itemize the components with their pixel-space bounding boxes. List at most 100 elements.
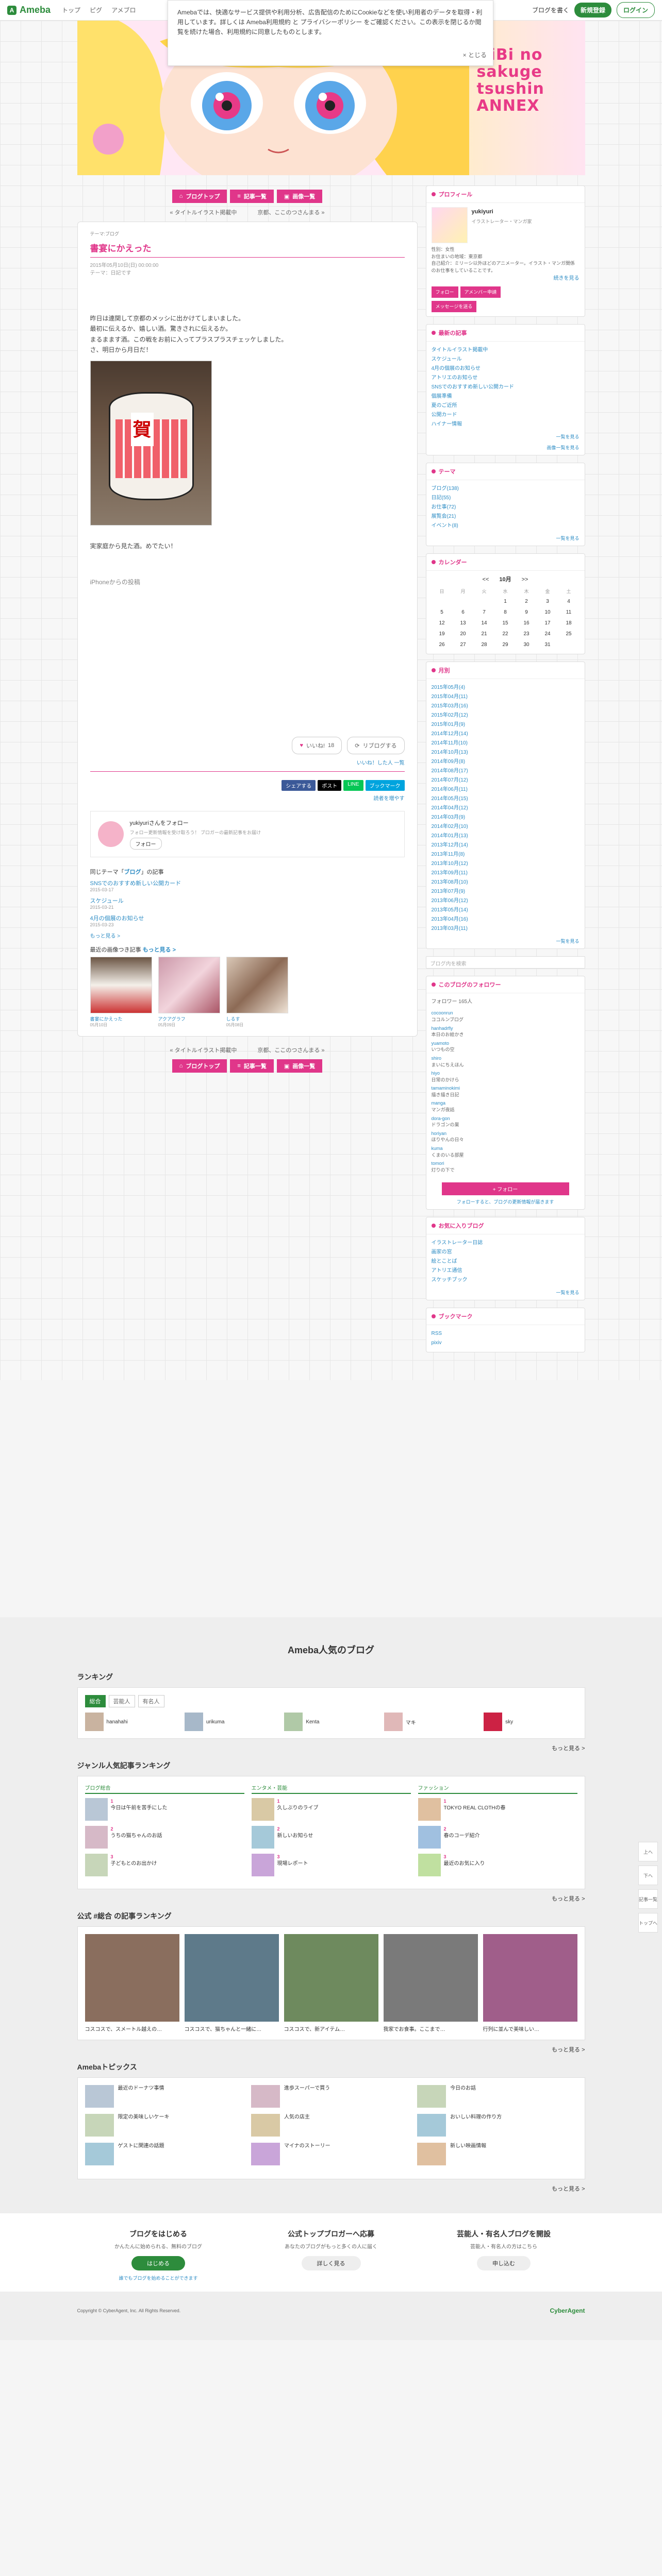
follower-item[interactable]: horiyan ほりやんの日々 [432,1130,580,1143]
archive-link[interactable]: 2014年04月(12) [432,804,580,813]
rank-tab[interactable]: 有名人 [138,1695,164,1708]
nav-image-list[interactable]: ▣ 画像一覧 [276,1059,323,1073]
latest-link[interactable]: 公開カード [432,411,580,420]
follower-item[interactable]: manga マンガ夜話 [432,1100,580,1113]
nav-blog-top[interactable]: ⌂ ブログトップ [172,190,227,203]
archive-link[interactable]: 2014年10月(13) [432,748,580,757]
fav-link[interactable]: アトリエ通信 [432,1266,580,1276]
archive-link[interactable]: 2015年01月(9) [432,720,580,730]
archive-link[interactable]: 2013年09月(11) [432,869,580,878]
genre-head[interactable]: ブログ総合 [85,1784,244,1794]
likers-link[interactable]: いいね！した人 一覧 [90,758,405,766]
calendar-day[interactable]: 13 [453,619,474,628]
kousiki-item[interactable]: コスコスで、猫ちゃんと一緒に… [184,1934,279,2032]
calendar-day[interactable]: 6 [453,608,474,617]
recent-item[interactable]: アクアグラフ 05月09日 [158,957,220,1028]
follower-item[interactable]: shiro まいにちえほん [432,1055,580,1068]
profile-name[interactable]: yukiyuri [472,207,532,217]
calendar-day[interactable]: 8 [495,608,516,617]
archive-link[interactable]: 2014年12月(14) [432,730,580,739]
profile-message-button[interactable]: メッセージを送る [431,301,477,313]
top-link-ameblo[interactable]: アメブロ [111,6,136,14]
theme-link[interactable]: ブログ(138) [432,484,580,494]
image-list-more[interactable]: 画像一覧を見る [426,444,585,455]
archive-link[interactable]: 2013年05月(14) [432,906,580,915]
login-button[interactable]: ログイン [616,2,655,18]
sake-barrel-photo[interactable]: 賀 [90,360,212,526]
genre-item[interactable]: 3 最近のお気に入り [418,1854,577,1877]
theme-link[interactable]: イベント(8) [432,521,580,531]
latest-link[interactable]: 4月の個展のお知らせ [432,364,580,374]
genre-head[interactable]: ファッション [418,1784,577,1794]
nav-entry-list[interactable]: ≡ 記事一覧 [230,1059,274,1073]
calendar-day[interactable]: 2 [516,597,537,606]
profile-image[interactable] [431,207,468,243]
calendar-day[interactable]: 24 [537,630,558,639]
calendar-day[interactable]: 7 [474,608,495,617]
calendar-day[interactable]: 14 [474,619,495,628]
archive-link[interactable]: 2014年11月(10) [432,739,580,748]
rank-tab[interactable]: 芸能人 [108,1695,135,1708]
entry-title[interactable]: 書宴にかえった [90,241,405,258]
genre-item[interactable]: 2 うちの猫ちゃんのお話 [85,1826,244,1849]
author-avatar[interactable] [97,821,124,848]
archive-link[interactable]: 2013年12月(14) [432,841,580,850]
blog-search-input[interactable]: ブログ内を検索 [425,956,585,969]
topic-item[interactable]: おいしい料理の作り方 [417,2114,577,2137]
latest-link[interactable]: 個展準備 [432,392,580,401]
follower-item[interactable]: cocoonrun ココルンブログ [432,1010,580,1023]
latest-link[interactable]: SNSでのおすすめ新しい公開カード [432,383,580,392]
share-x-button[interactable]: ポスト [318,780,342,791]
rank-item[interactable]: Kenta [284,1713,377,1732]
archive-link[interactable]: 2015年05月(4) [432,683,580,692]
calendar-day[interactable]: 30 [516,640,537,650]
archive-link[interactable]: 2013年07月(9) [432,887,580,896]
same-theme-link[interactable]: 4月の個展のお知らせ [90,914,405,922]
theme-link[interactable]: お仕事(72) [432,503,580,512]
theme-tag[interactable]: テーマ:ブログ [90,230,405,237]
calendar-day[interactable]: 25 [558,630,580,639]
fav-link[interactable]: 絵とことば [432,1257,580,1266]
archive-link[interactable]: 2013年04月(16) [432,915,580,924]
follower-item[interactable]: tomori 灯りの下で [432,1160,580,1173]
archive-link[interactable]: 2014年07月(12) [432,776,580,785]
archive-more[interactable]: 一覧を見る [426,938,585,948]
calendar-day[interactable]: 10 [537,608,558,617]
recent-item[interactable]: 書宴にかえった 05月10日 [90,957,152,1028]
latest-link[interactable]: ハイナー情報 [432,420,580,429]
nav-blog-top[interactable]: ⌂ ブログトップ [172,1059,227,1073]
nav-image-list[interactable]: ▣ 画像一覧 [276,190,323,203]
calendar-day[interactable]: 11 [558,608,580,617]
reblog-button[interactable]: ⟳ リブログする [347,737,405,755]
cookie-close-button[interactable]: × とじる [463,50,487,60]
calendar-day[interactable]: 23 [516,630,537,639]
prev-entry-link[interactable]: « タイトルイラスト掲載中 [170,1046,237,1054]
cta-button[interactable]: 申し込む [477,2256,531,2271]
kousiki-item[interactable]: 我家でお食事。ここまで… [383,1934,478,2032]
genre-item[interactable]: 3 現場レポート [251,1854,411,1877]
genre-head[interactable]: エンタメ・芸能 [251,1784,411,1794]
calendar-day[interactable]: 16 [516,619,537,628]
share-facebook-button[interactable]: シェアする [282,780,316,791]
latest-link[interactable]: スケジュール [432,355,580,364]
topic-item[interactable]: 最近のドーナツ事情 [85,2085,245,2108]
calendar-day[interactable]: 31 [537,640,558,650]
theme-link[interactable]: 日記(55) [432,494,580,503]
topics-more[interactable]: もっと見る > [77,2184,585,2193]
archive-link[interactable]: 2013年06月(12) [432,896,580,906]
latest-link[interactable]: タイトルイラスト掲載中 [432,346,580,355]
fav-link[interactable]: イラストレーター日誌 [432,1239,580,1248]
follow-button[interactable]: フォロー [129,838,162,850]
genre-item[interactable]: 2 春のコーデ紹介 [418,1826,577,1849]
genre-item[interactable]: 1 TOKYO REAL CLOTHの春 [418,1798,577,1821]
calendar-day[interactable]: 20 [453,630,474,639]
archive-link[interactable]: 2014年09月(8) [432,757,580,767]
kousiki-item[interactable]: コスコスで、新アイテム… [284,1934,378,2032]
share-hatena-button[interactable]: ブックマーク [365,780,405,791]
rank-item[interactable]: マキ [384,1713,477,1732]
recent-more[interactable]: もっと見る > [143,947,176,953]
next-entry-link[interactable]: 京都、ここのつさんまる » [257,208,324,216]
follower-item[interactable]: dora-gon ドラゴンの巣 [432,1115,580,1128]
calendar-day[interactable]: 26 [432,640,453,650]
rank-item[interactable]: sky [484,1713,577,1732]
